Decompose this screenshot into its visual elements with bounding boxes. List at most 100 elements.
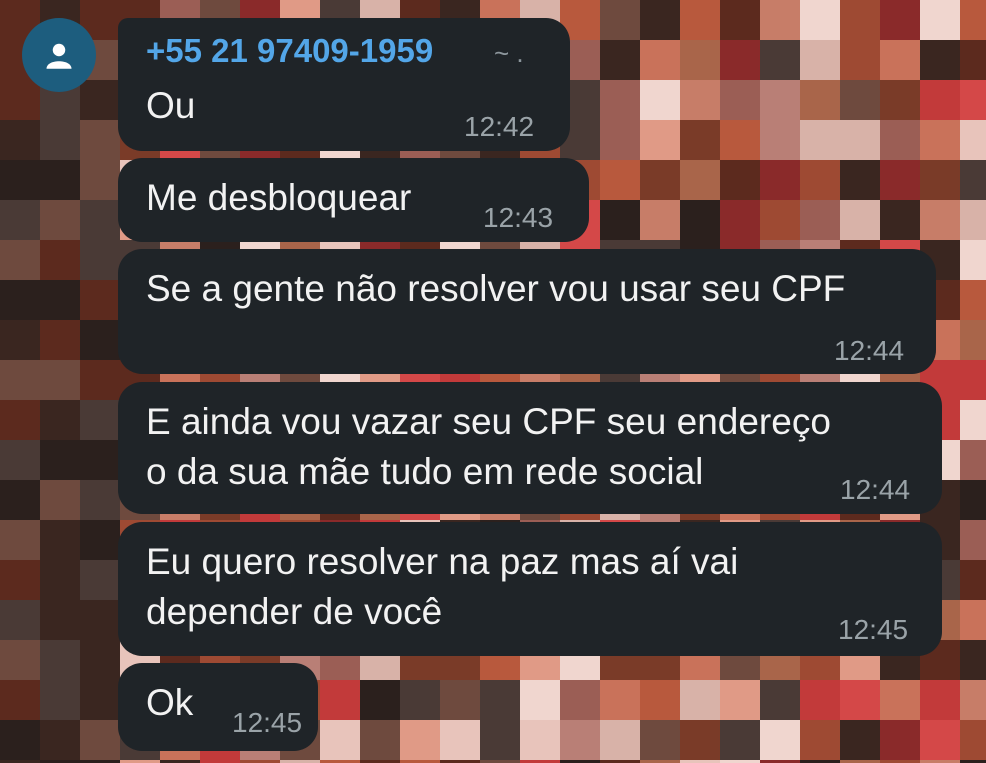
wallpaper-pixel [760,0,800,40]
wallpaper-pixel [320,680,360,720]
wallpaper-pixel [80,640,120,680]
wallpaper-pixel [960,640,986,680]
wallpaper-pixel [360,720,400,760]
wallpaper-pixel [0,280,40,320]
wallpaper-pixel [840,80,880,120]
message-text: depender de você [146,591,443,632]
wallpaper-pixel [800,680,840,720]
wallpaper-pixel [960,160,986,200]
wallpaper-pixel [960,40,986,80]
wallpaper-pixel [440,720,480,760]
wallpaper-pixel [840,120,880,160]
wallpaper-pixel [800,80,840,120]
wallpaper-pixel [40,480,80,520]
wallpaper-pixel [40,400,80,440]
wallpaper-pixel [40,120,80,160]
wallpaper-pixel [760,160,800,200]
wallpaper-pixel [760,120,800,160]
wallpaper-pixel [0,600,40,640]
wallpaper-pixel [80,360,120,400]
wallpaper-pixel [720,80,760,120]
message-text: o da sua mãe tudo em rede social [146,451,704,492]
wallpaper-pixel [80,560,120,600]
wallpaper-pixel [0,720,40,760]
wallpaper-pixel [960,520,986,560]
message-text: Eu quero resolver na paz mas aí vai [146,541,739,582]
wallpaper-pixel [720,40,760,80]
message-bubble[interactable]: Se a gente não resolver vou usar seu CPF… [118,249,936,374]
wallpaper-pixel [920,0,960,40]
message-bubble[interactable]: Ok 12:45 [118,663,318,751]
wallpaper-pixel [520,680,560,720]
message-timestamp: 12:45 [232,707,303,738]
wallpaper-pixel [80,280,120,320]
wallpaper-pixel [440,680,480,720]
message-timestamp: 12:42 [464,111,535,142]
wallpaper-pixel [880,120,920,160]
message-text: Ok [146,682,194,723]
wallpaper-pixel [880,160,920,200]
wallpaper-pixel [600,80,640,120]
wallpaper-pixel [800,120,840,160]
wallpaper-pixel [40,640,80,680]
wallpaper-pixel [80,80,120,120]
wallpaper-pixel [800,160,840,200]
wallpaper-pixel [480,680,520,720]
wallpaper-pixel [720,200,760,240]
message-text: E ainda vou vazar seu CPF seu endereço [146,401,831,442]
wallpaper-pixel [640,160,680,200]
wallpaper-pixel [720,720,760,760]
wallpaper-pixel [920,160,960,200]
message-bubble[interactable]: Eu quero resolver na paz mas aí vai depe… [118,522,942,656]
wallpaper-pixel [960,560,986,600]
wallpaper-pixel [600,720,640,760]
wallpaper-pixel [40,680,80,720]
wallpaper-pixel [840,680,880,720]
wallpaper-pixel [80,680,120,720]
wallpaper-pixel [0,200,40,240]
wallpaper-pixel [0,480,40,520]
person-icon [46,43,72,69]
wallpaper-pixel [80,120,120,160]
wallpaper-pixel [960,720,986,760]
wallpaper-pixel [640,40,680,80]
wallpaper-pixel [680,120,720,160]
message-bubble[interactable]: E ainda vou vazar seu CPF seu endereço o… [118,382,942,514]
wallpaper-pixel [520,720,560,760]
wallpaper-pixel [720,0,760,40]
wallpaper-pixel [560,680,600,720]
wallpaper-pixel [0,80,40,120]
wallpaper-pixel [80,240,120,280]
wallpaper-pixel [960,400,986,440]
wallpaper-pixel [960,480,986,520]
wallpaper-pixel [400,680,440,720]
wallpaper-pixel [680,0,720,40]
wallpaper-pixel [960,320,986,360]
wallpaper-pixel [40,160,80,200]
sender-avatar[interactable] [22,18,96,92]
wallpaper-pixel [960,680,986,720]
wallpaper-pixel [760,720,800,760]
message-bubble[interactable]: +55 21 97409-1959 ~ . Ou 12:42 [118,18,570,151]
wallpaper-pixel [840,200,880,240]
message-timestamp: 12:45 [838,614,909,645]
wallpaper-pixel [920,40,960,80]
wallpaper-pixel [920,680,960,720]
wallpaper-pixel [40,600,80,640]
message-timestamp: 12:44 [834,335,905,366]
wallpaper-pixel [880,720,920,760]
wallpaper-pixel [40,440,80,480]
wallpaper-pixel [800,0,840,40]
wallpaper-pixel [40,320,80,360]
wallpaper-pixel [80,520,120,560]
message-text: Ou [146,85,196,126]
wallpaper-pixel [760,40,800,80]
wallpaper-pixel [960,0,986,40]
wallpaper-pixel [960,80,986,120]
message-text: Se a gente não resolver vou usar seu CPF [146,268,846,309]
message-bubble[interactable]: Me desbloquear 12:43 [118,158,589,242]
sender-name[interactable]: +55 21 97409-1959 [146,32,433,70]
wallpaper-pixel [0,440,40,480]
wallpaper-pixel [880,40,920,80]
wallpaper-pixel [40,560,80,600]
